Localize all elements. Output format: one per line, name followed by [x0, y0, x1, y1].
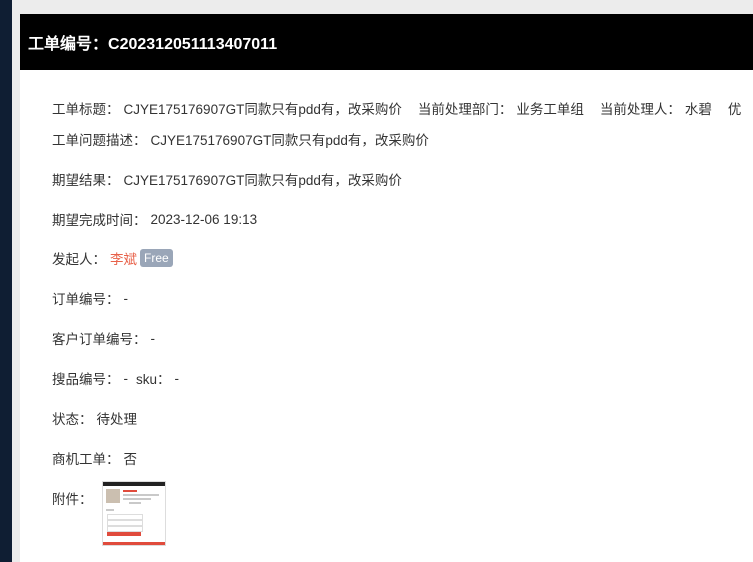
order-value: - [123, 290, 129, 306]
dept-label: 当前处理部门： [417, 102, 513, 117]
title-row: 工单标题： CJYE175176907GT同款只有pdd有，改采购价 当前处理部… [52, 98, 741, 118]
status-value: 待处理 [96, 412, 138, 427]
ticket-detail-panel: 工单编号：C202312051113407011 工单标题： CJYE17517… [20, 14, 753, 562]
ticket-number-title: 工单编号：C202312051113407011 [28, 30, 277, 54]
business-ticket-value: 否 [123, 452, 138, 467]
initiator-label: 发起人： [52, 252, 106, 267]
status-label: 状态： [52, 412, 93, 427]
search-sku-row: 搜品编号： - sku： - [52, 368, 179, 388]
handler-value: 水碧 [684, 102, 712, 117]
attachment-row: 附件： [52, 488, 93, 508]
description-label: 工单问题描述： [52, 133, 147, 148]
ticket-number-value: C202312051113407011 [108, 36, 278, 53]
deadline-label: 期望完成时间： [52, 213, 147, 228]
order-label: 订单编号： [52, 292, 120, 307]
handler-label: 当前处理人： [599, 102, 681, 117]
title-label: 工单标题： [52, 102, 120, 117]
deadline-row: 期望完成时间： 2023-12-06 19:13 [52, 209, 257, 229]
initiator-row: 发起人： 李斌 Free [52, 248, 173, 268]
expected-result-label: 期望结果： [52, 173, 120, 188]
overflow-text: 优 [727, 102, 742, 117]
expected-result-value: CJYE175176907GT同款只有pdd有，改采购价 [123, 173, 402, 188]
title-value: CJYE175176907GT同款只有pdd有，改采购价 [123, 102, 402, 117]
customer-order-value: - [150, 330, 156, 346]
expected-result-row: 期望结果： CJYE175176907GT同款只有pdd有，改采购价 [52, 169, 402, 189]
business-ticket-label: 商机工单： [52, 452, 120, 467]
dept-value: 业务工单组 [516, 102, 584, 117]
sku-value: - [174, 370, 180, 386]
deadline-value: 2023-12-06 19:13 [150, 211, 258, 227]
description-row: 工单问题描述： CJYE175176907GT同款只有pdd有，改采购价 [52, 129, 429, 149]
search-value: - [123, 370, 129, 386]
status-row: 状态： 待处理 [52, 408, 137, 428]
business-ticket-row: 商机工单： 否 [52, 448, 137, 468]
attachment-thumbnail[interactable] [102, 481, 166, 546]
sidebar-edge [0, 0, 12, 562]
sku-label: sku： [136, 372, 171, 387]
customer-order-row: 客户订单编号： - [52, 328, 155, 348]
description-value: CJYE175176907GT同款只有pdd有，改采购价 [150, 133, 429, 148]
search-label: 搜品编号： [52, 372, 120, 387]
plan-badge: Free [140, 249, 173, 267]
ticket-number-label: 工单编号： [28, 36, 109, 53]
attachment-label: 附件： [52, 492, 93, 507]
customer-order-label: 客户订单编号： [52, 332, 147, 347]
order-row: 订单编号： - [52, 288, 128, 308]
ticket-header: 工单编号：C202312051113407011 [20, 14, 753, 70]
initiator-name-link[interactable]: 李斌 [110, 248, 137, 268]
